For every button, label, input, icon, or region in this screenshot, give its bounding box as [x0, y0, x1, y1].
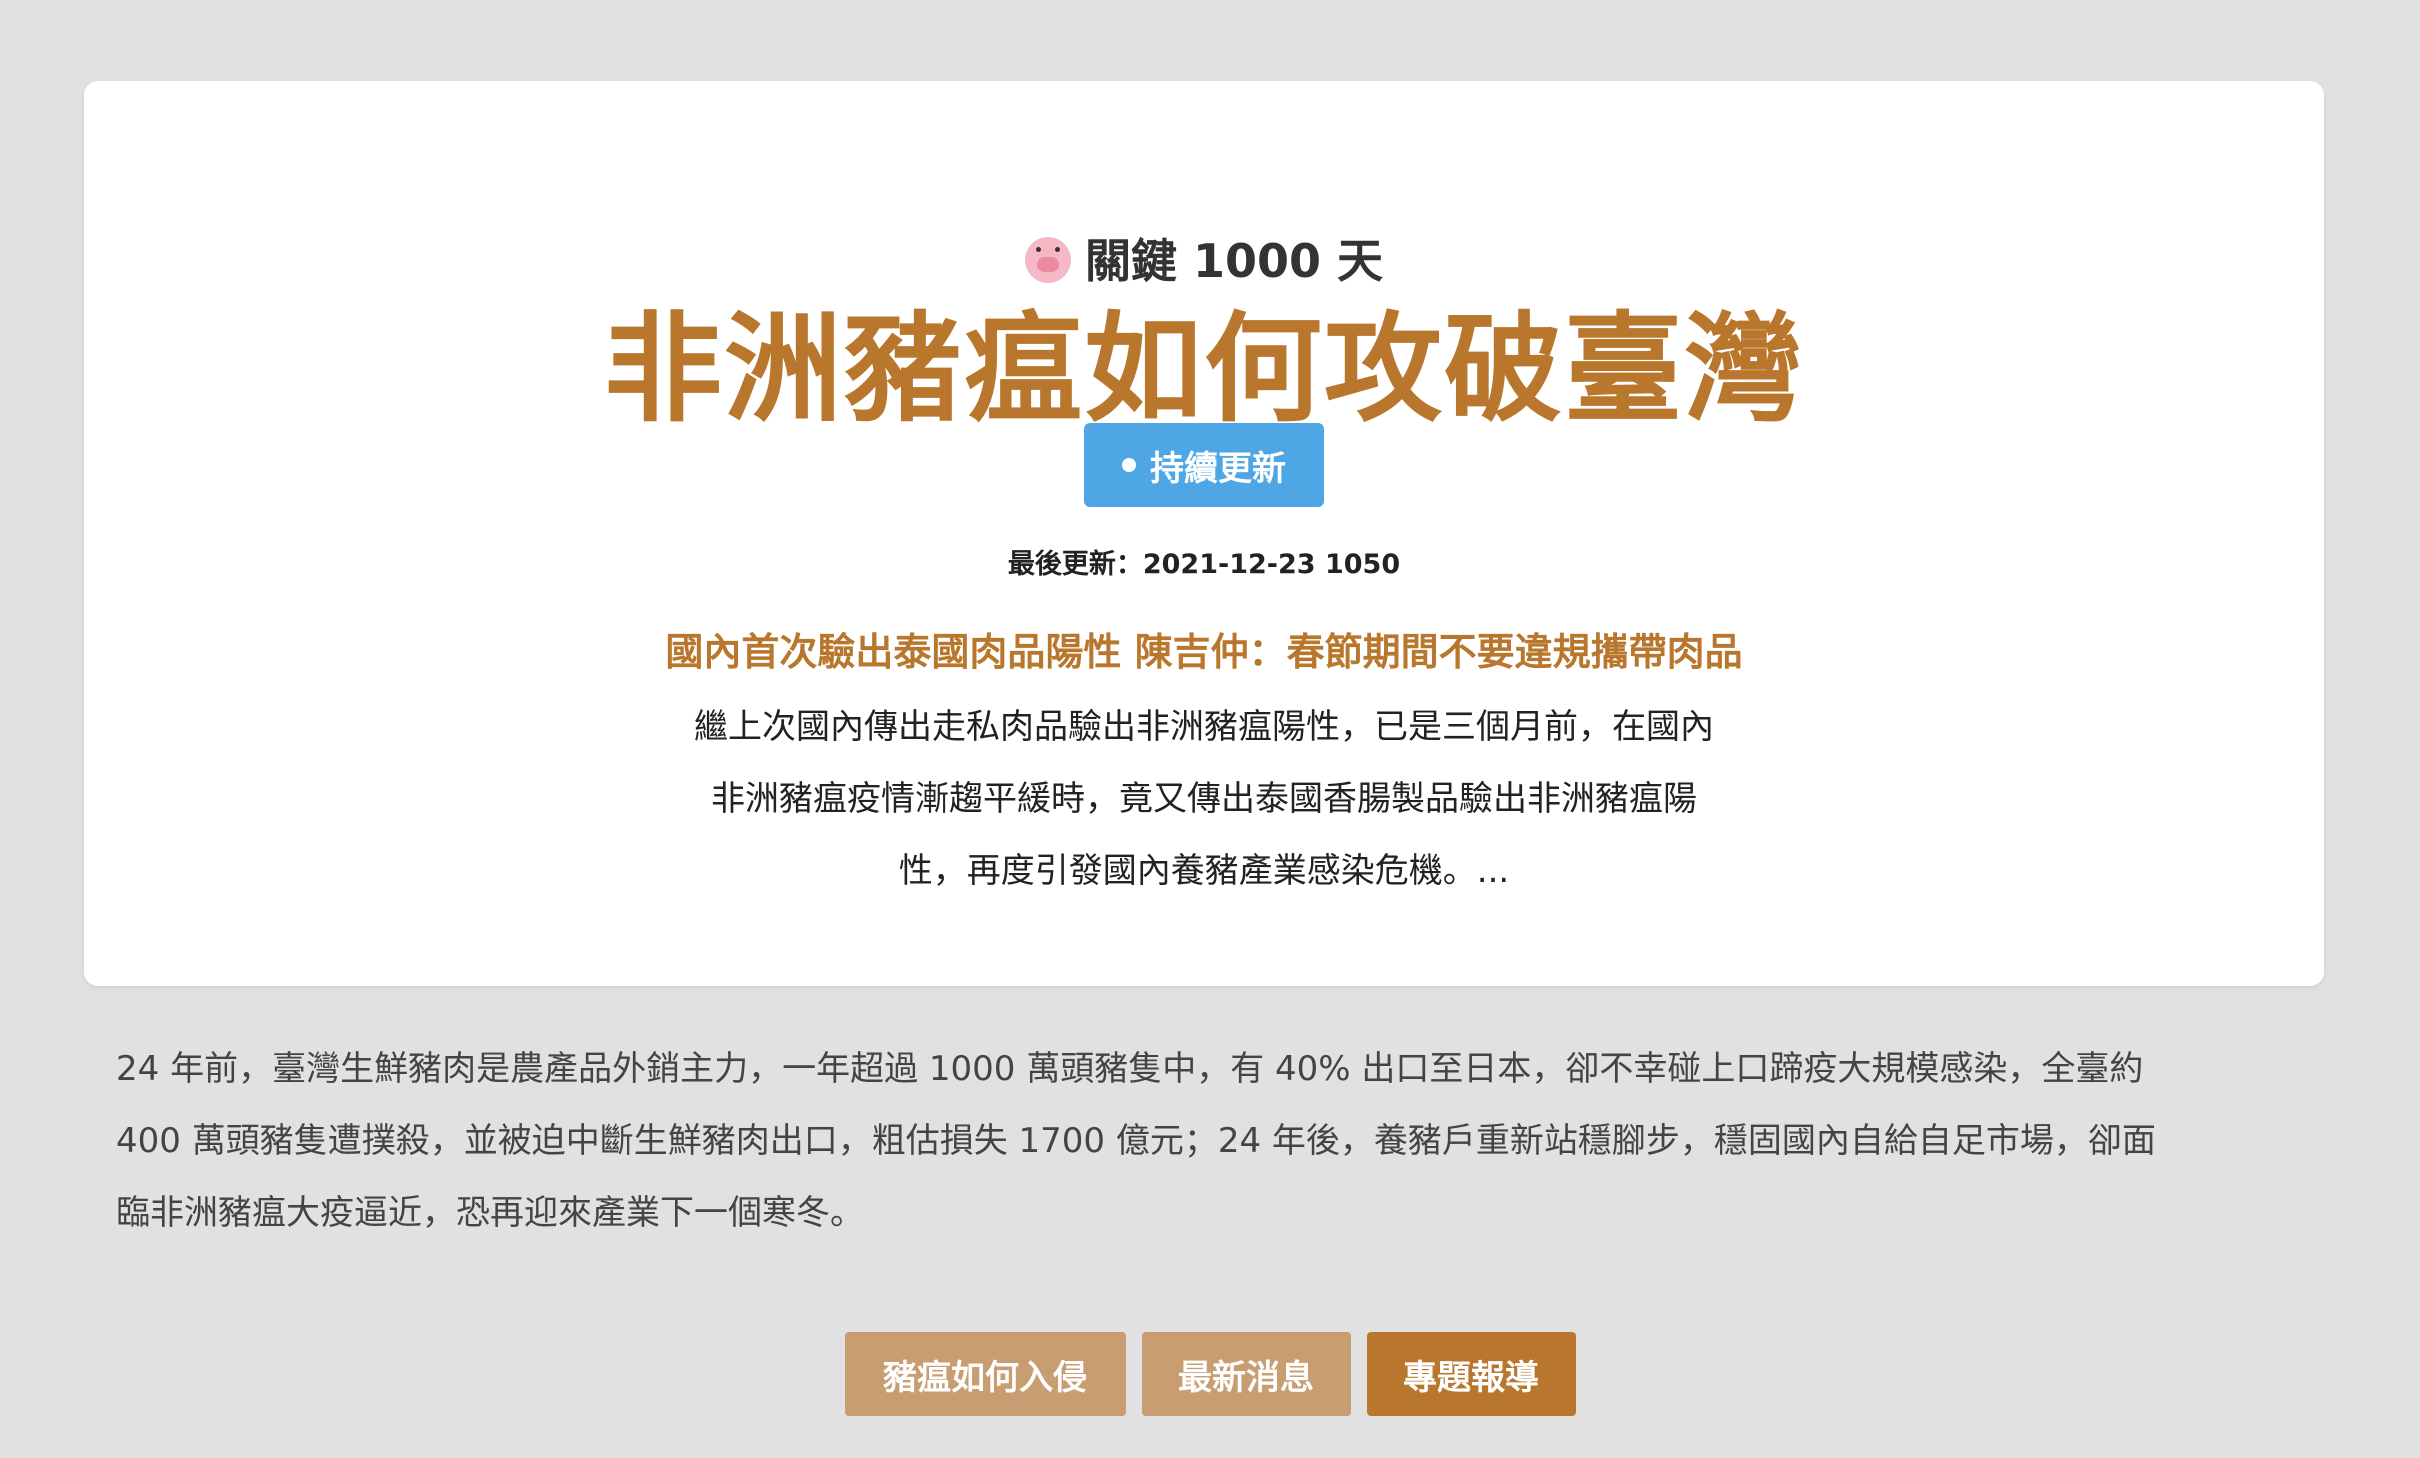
- kicker-text: 關鍵 1000 天: [1084, 234, 1384, 288]
- summary-line: 非洲豬瘟疫情漸趨平緩時，竟又傳出泰國香腸製品驗出非洲豬瘟陽: [711, 779, 1697, 819]
- pig-face-icon: [1024, 237, 1071, 283]
- nav-button-special-report[interactable]: 專題報導: [1366, 1332, 1576, 1416]
- nav-button-latest-news[interactable]: 最新消息: [1141, 1332, 1351, 1416]
- latest-news-summary: 繼上次國內傳出走私肉品驗出非洲豬瘟陽性，已是三個月前，在國內 非洲豬瘟疫情漸趨平…: [624, 691, 1784, 907]
- section-nav: 豬瘟如何入侵 最新消息 專題報導: [0, 1332, 2420, 1416]
- summary-line: 繼上次國內傳出走私肉品驗出非洲豬瘟陽性，已是三個月前，在國內: [694, 707, 1714, 747]
- intro-paragraph: 24 年前，臺灣生鮮豬肉是農產品外銷主力，一年超過 1000 萬頭豬隻中，有 4…: [116, 1033, 2266, 1249]
- live-update-label: 持續更新: [1150, 448, 1286, 489]
- kicker: 關鍵 1000 天: [84, 231, 2324, 291]
- intro-line: 400 萬頭豬隻遭撲殺，並被迫中斷生鮮豬肉出口，粗估損失 1700 億元；24 …: [116, 1121, 2156, 1161]
- intro-line: 24 年前，臺灣生鮮豬肉是農產品外銷主力，一年超過 1000 萬頭豬隻中，有 4…: [116, 1049, 2144, 1089]
- live-update-badge: 持續更新: [1084, 423, 1324, 507]
- page-title: 非洲豬瘟如何攻破臺灣: [603, 300, 1804, 438]
- hero-card: 關鍵 1000 天 非洲豬瘟如何攻破臺灣 持續更新 最後更新：2021-12-2…: [84, 81, 2324, 986]
- summary-line: 性，再度引發國內養豬產業感染危機。...: [898, 851, 1510, 891]
- live-dot-icon: [1122, 458, 1136, 472]
- last-updated: 最後更新：2021-12-23 1050: [1007, 549, 1401, 580]
- nav-button-how-invaded[interactable]: 豬瘟如何入侵: [844, 1332, 1126, 1416]
- intro-line: 臨非洲豬瘟大疫逼近，恐再迎來產業下一個寒冬。: [116, 1193, 864, 1233]
- latest-news-headline-link[interactable]: 國內首次驗出泰國肉品陽性 陳吉仲：春節期間不要違規攜帶肉品: [84, 621, 2324, 676]
